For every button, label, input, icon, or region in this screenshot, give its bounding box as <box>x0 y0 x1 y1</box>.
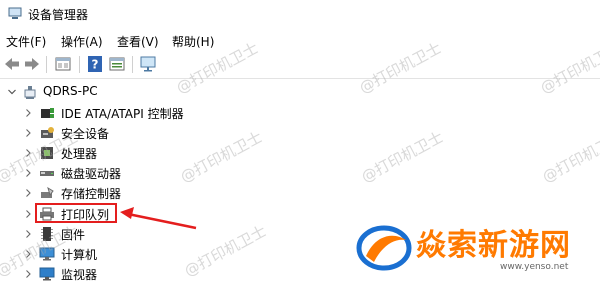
title-bar: 设备管理器 <box>0 0 600 28</box>
tree-item-ide-ata-atapi[interactable]: IDE ATA/ATAPI 控制器 <box>0 103 200 123</box>
chevron-right-icon[interactable] <box>23 128 33 138</box>
chevron-right-icon[interactable] <box>23 209 33 219</box>
chevron-right-icon[interactable] <box>23 108 33 118</box>
svg-text:?: ? <box>92 58 99 72</box>
tree-item-label: IDE ATA/ATAPI 控制器 <box>61 107 184 121</box>
annotation-arrow-icon <box>120 207 197 230</box>
logo-flame-icon <box>356 225 412 271</box>
tree-item-label: 磁盘驱动器 <box>61 167 122 181</box>
toolbar-divider <box>0 78 600 79</box>
storage-controller-icon <box>41 186 54 198</box>
scan-hardware-icon[interactable] <box>139 55 157 73</box>
site-logo: 焱索新游网 www.yenso.net <box>350 216 595 278</box>
tree-item-security-device[interactable]: 安全设备 <box>0 123 200 143</box>
chevron-right-icon[interactable] <box>23 229 33 239</box>
annotation-highlight-box <box>35 203 117 223</box>
chevron-down-icon[interactable] <box>7 87 17 97</box>
back-arrow-icon[interactable] <box>3 55 21 73</box>
menu-action[interactable]: 操作(A) <box>61 33 103 50</box>
tree-item-label: 计算机 <box>61 248 98 262</box>
properties-icon[interactable] <box>54 55 72 73</box>
toolbar-separator <box>46 56 47 73</box>
menu-bar: 文件(F) 操作(A) 查看(V) 帮助(H) <box>0 31 600 51</box>
disk-drive-icon <box>40 171 54 176</box>
device-manager-app-icon <box>8 7 22 19</box>
menu-file[interactable]: 文件(F) <box>6 33 46 50</box>
ide-controller-icon <box>41 108 54 118</box>
computer-icon <box>24 86 36 99</box>
tree-item-label: 监视器 <box>61 268 98 282</box>
tree-root-label: QDRS-PC <box>43 84 98 98</box>
chevron-right-icon[interactable] <box>23 188 33 198</box>
toolbar-separator <box>79 56 80 73</box>
tree-item-monitor[interactable]: 监视器 <box>0 264 200 284</box>
menu-help[interactable]: 帮助(H) <box>172 33 214 50</box>
window-title: 设备管理器 <box>28 8 89 22</box>
show-hidden-devices-icon[interactable] <box>108 55 126 73</box>
menu-view[interactable]: 查看(V) <box>117 33 159 50</box>
toolbar-separator <box>132 56 133 73</box>
logo-url: www.yenso.net <box>500 262 569 272</box>
tree-item-storage-controller[interactable]: 存储控制器 <box>0 183 200 203</box>
toolbar: ? <box>0 53 600 77</box>
help-icon[interactable]: ? <box>86 55 104 73</box>
chevron-right-icon[interactable] <box>23 269 33 279</box>
logo-text: 焱索新游网 <box>416 228 571 263</box>
tree-item-label: 存储控制器 <box>61 187 122 201</box>
forward-arrow-icon[interactable] <box>23 55 41 73</box>
tree-root-qdrs-pc[interactable]: QDRS-PC <box>0 82 120 102</box>
monitor-icon <box>39 267 55 281</box>
